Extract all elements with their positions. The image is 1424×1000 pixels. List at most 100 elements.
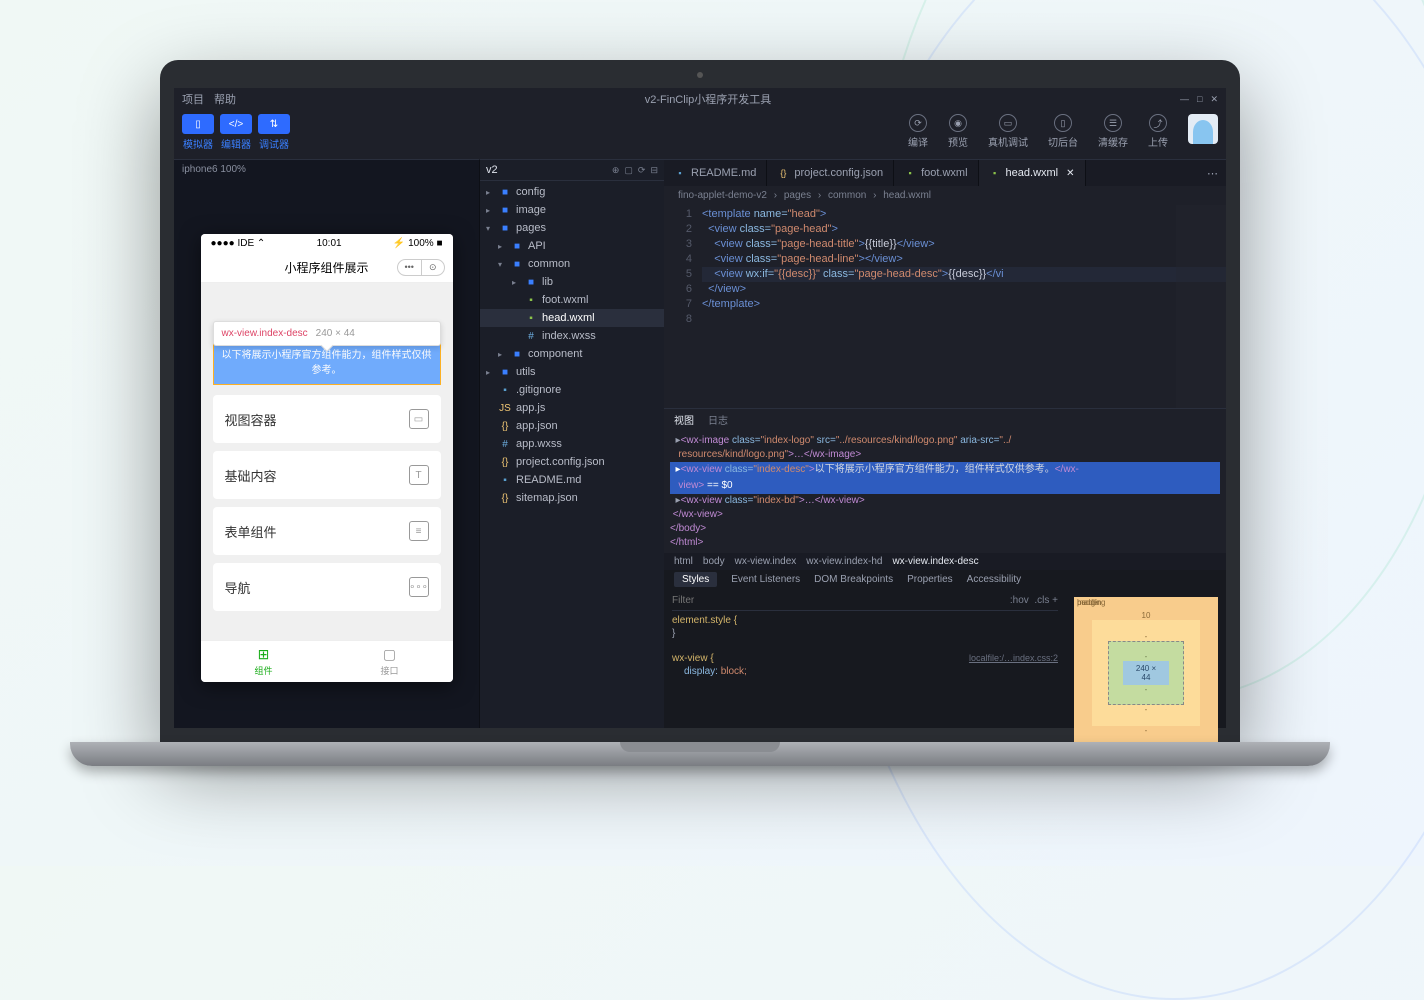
- code-line[interactable]: <view class="page-head">: [702, 222, 1226, 237]
- devtools-subtab[interactable]: Styles: [674, 572, 717, 587]
- editor-tab[interactable]: ▪README.md: [664, 160, 767, 186]
- dom-crumb-segment[interactable]: body: [703, 556, 725, 567]
- cache-button[interactable]: ☰清缓存: [1098, 114, 1128, 149]
- editor-tab[interactable]: ▪foot.wxml: [894, 160, 978, 186]
- dom-node[interactable]: ▸<wx-view class="index-bd">…</wx-view>: [670, 494, 1220, 508]
- style-source[interactable]: localfile:/…index.css:2: [969, 652, 1058, 665]
- crumb-segment[interactable]: head.wxml: [883, 190, 931, 201]
- code-line[interactable]: </template>: [702, 297, 1226, 312]
- close-icon[interactable]: ✕: [1210, 94, 1218, 105]
- window-title: v2-FinClip小程序开发工具: [645, 91, 772, 107]
- file-node[interactable]: {}app.json: [480, 417, 664, 435]
- folder-node[interactable]: ▾■common: [480, 255, 664, 273]
- tree-root[interactable]: v2: [486, 164, 498, 176]
- md-icon: ▪: [674, 168, 686, 178]
- folder-node[interactable]: ▸■lib: [480, 273, 664, 291]
- dom-node[interactable]: </body>: [670, 522, 1220, 536]
- dom-crumb-segment[interactable]: html: [674, 556, 693, 567]
- file-explorer: v2 ⊕ ▢ ⟳ ⊟ ▸■config▸■image▾■pages▸■API▾■…: [479, 159, 664, 728]
- folder-node[interactable]: ▾■pages: [480, 219, 664, 237]
- cls-toggle[interactable]: .cls: [1034, 595, 1049, 606]
- code-line[interactable]: <template name="head">: [702, 207, 1226, 222]
- card-icon: T: [409, 465, 429, 485]
- dom-crumb-segment[interactable]: wx-view.index-desc: [892, 556, 978, 567]
- close-icon[interactable]: ✕: [1066, 168, 1074, 179]
- file-node[interactable]: ▪head.wxml: [480, 309, 664, 327]
- capsule-button[interactable]: •••⊙: [397, 259, 445, 276]
- style-rule[interactable]: element.style {}: [672, 611, 1058, 643]
- tab-component[interactable]: ⊞组件: [201, 641, 327, 682]
- file-node[interactable]: JSapp.js: [480, 399, 664, 417]
- editor-tab[interactable]: {}project.config.json: [767, 160, 894, 186]
- code-line[interactable]: <view class="page-head-title">{{title}}<…: [702, 237, 1226, 252]
- list-item[interactable]: 表单组件≡: [213, 507, 441, 555]
- devtools-subtab[interactable]: Properties: [907, 574, 953, 585]
- tab-more-icon[interactable]: ⋯: [1199, 167, 1226, 180]
- dom-node[interactable]: resources/kind/logo.png">…</wx-image>: [670, 448, 1220, 462]
- background-button[interactable]: ▯切后台: [1048, 114, 1078, 149]
- devtools-subtab[interactable]: Event Listeners: [731, 574, 800, 585]
- minimize-icon[interactable]: —: [1180, 94, 1189, 105]
- hov-toggle[interactable]: :hov: [1010, 595, 1029, 606]
- crumb-segment[interactable]: pages: [784, 190, 811, 201]
- file-node[interactable]: #index.wxss: [480, 327, 664, 345]
- dom-crumb-segment[interactable]: wx-view.index-hd: [806, 556, 882, 567]
- devtools-tab-view[interactable]: 视图: [674, 412, 694, 427]
- json-icon: {}: [499, 457, 511, 468]
- list-item[interactable]: 视图容器▭: [213, 395, 441, 443]
- mode-editor[interactable]: </> 编辑器: [220, 114, 252, 151]
- remote-debug-button[interactable]: ▭真机调试: [988, 114, 1028, 149]
- folder-node[interactable]: ▸■API: [480, 237, 664, 255]
- preview-button[interactable]: ◉预览: [948, 114, 968, 149]
- devtools-subtab[interactable]: Accessibility: [967, 574, 1021, 585]
- crumb-segment[interactable]: common: [828, 190, 866, 201]
- styles-filter-input[interactable]: [672, 595, 1010, 606]
- dom-inspector[interactable]: ▸<wx-image class="index-logo" src="../re…: [664, 430, 1226, 553]
- dom-node[interactable]: </wx-view>: [670, 508, 1220, 522]
- avatar[interactable]: [1188, 114, 1218, 144]
- file-node[interactable]: ▪README.md: [480, 471, 664, 489]
- styles-pane[interactable]: :hov .cls + element.style {}</span><div>…: [664, 589, 1066, 728]
- minimap[interactable]: [1176, 205, 1226, 408]
- folder-node[interactable]: ▸■image: [480, 201, 664, 219]
- file-node[interactable]: ▪.gitignore: [480, 381, 664, 399]
- collapse-icon[interactable]: ⊟: [650, 165, 658, 176]
- folder-node[interactable]: ▸■utils: [480, 363, 664, 381]
- dom-node[interactable]: </html>: [670, 536, 1220, 550]
- mode-simulator[interactable]: ▯ 模拟器: [182, 114, 214, 151]
- add-style-icon[interactable]: +: [1052, 595, 1058, 606]
- file-node[interactable]: #app.wxss: [480, 435, 664, 453]
- phone-icon: ▯: [195, 119, 201, 130]
- dom-crumb-segment[interactable]: wx-view.index: [735, 556, 797, 567]
- tab-api[interactable]: ▢接口: [327, 641, 453, 682]
- maximize-icon[interactable]: □: [1197, 94, 1202, 105]
- file-node[interactable]: {}project.config.json: [480, 453, 664, 471]
- list-item[interactable]: 基础内容T: [213, 451, 441, 499]
- new-folder-icon[interactable]: ▢: [624, 165, 633, 176]
- folder-node[interactable]: ▸■config: [480, 183, 664, 201]
- code-line[interactable]: <view wx:if="{{desc}}" class="page-head-…: [702, 267, 1226, 282]
- new-file-icon[interactable]: ⊕: [612, 165, 620, 176]
- dom-node[interactable]: view> == $0: [670, 478, 1220, 494]
- dom-node[interactable]: ▸<wx-view class="index-desc">以下将展示小程序官方组…: [670, 462, 1220, 478]
- file-node[interactable]: ▪foot.wxml: [480, 291, 664, 309]
- style-rule[interactable]: localfile:/…index.css:2wx-view {display:…: [672, 649, 1058, 681]
- upload-button[interactable]: ⤴上传: [1148, 114, 1168, 149]
- file-node[interactable]: {}sitemap.json: [480, 489, 664, 507]
- devtools-subtab[interactable]: DOM Breakpoints: [814, 574, 893, 585]
- crumb-segment[interactable]: fino-applet-demo-v2: [678, 190, 767, 201]
- code-line[interactable]: </view>: [702, 282, 1226, 297]
- code-editor[interactable]: 12345678 <template name="head"> <view cl…: [664, 205, 1226, 408]
- folder-node[interactable]: ▸■component: [480, 345, 664, 363]
- devtools-tab-log[interactable]: 日志: [708, 412, 728, 427]
- list-item[interactable]: 导航∘∘∘: [213, 563, 441, 611]
- compile-button[interactable]: ⟳编译: [908, 114, 928, 149]
- editor-tab[interactable]: ▪head.wxml✕: [979, 160, 1086, 186]
- code-line[interactable]: <view class="page-head-line"></view>: [702, 252, 1226, 267]
- mode-debugger[interactable]: ⇅ 调试器: [258, 114, 290, 151]
- dom-node[interactable]: ▸<wx-image class="index-logo" src="../re…: [670, 434, 1220, 448]
- menu-project[interactable]: 项目: [182, 91, 204, 107]
- menu-help[interactable]: 帮助: [214, 91, 236, 107]
- refresh-icon[interactable]: ⟳: [638, 165, 646, 176]
- cache-icon: ☰: [1104, 114, 1122, 132]
